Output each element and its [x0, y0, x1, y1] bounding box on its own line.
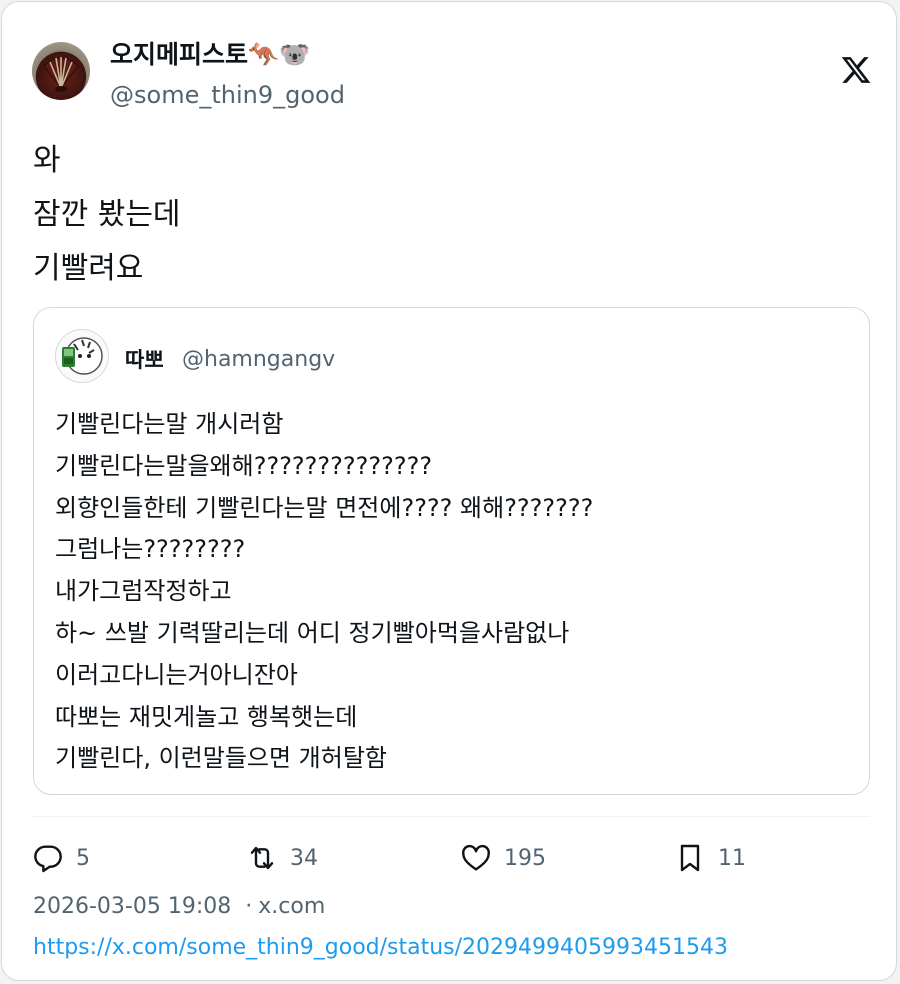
- author-avatar[interactable]: [32, 42, 90, 100]
- shell-avatar-image: [43, 57, 79, 92]
- quoted-author-handle[interactable]: @hamngangv: [182, 346, 335, 374]
- quoted-line: 그럼나는????????: [55, 535, 246, 564]
- retweet-icon: [250, 846, 274, 870]
- quoted-line: 기빨린다, 이런말들으면 개허탈함: [55, 744, 388, 773]
- quoted-line: 외향인들한테 기빨린다는말 면전에???? 왜해???????: [55, 493, 594, 522]
- reply-icon: [34, 845, 62, 873]
- reply-button[interactable]: 5: [32, 840, 90, 876]
- quoted-line: 이러고다니는거아니잔아: [55, 660, 298, 689]
- quoted-tweet[interactable]: 따뽀 @hamngangv 기빨린다는말 개시러함 기빨린다는말을왜해?????…: [33, 307, 870, 795]
- bookmark-button[interactable]: 11: [674, 840, 746, 876]
- tweet-meta: 2026-03-05 19:08 · x.com: [33, 892, 325, 922]
- quoted-author-avatar[interactable]: [55, 329, 109, 383]
- tweet-card: 오지메피스토🦘🐨 @some_thin9_good 와 잠깐 봤는데 기빨려요 …: [1, 1, 897, 981]
- separator: ·: [245, 894, 253, 919]
- tweet-line: 기빨려요: [33, 251, 144, 286]
- author-display-name[interactable]: 오지메피스토🦘🐨: [110, 38, 310, 72]
- divider: [32, 816, 870, 817]
- quoted-line: 내가그럼작정하고: [55, 577, 232, 606]
- retweet-count: 34: [290, 845, 318, 871]
- tweet-line: 와: [33, 143, 61, 178]
- tweet-url-link[interactable]: https://x.com/some_thin9_good/status/202…: [33, 933, 728, 963]
- like-button[interactable]: 195: [460, 840, 546, 876]
- heart-icon: [462, 844, 490, 871]
- quoted-line: 하~ 쓰발 기력딸리는데 어디 정기빨아먹을사람없나: [55, 618, 570, 647]
- source[interactable]: x.com: [258, 894, 325, 919]
- x-logo-icon[interactable]: [840, 54, 872, 86]
- author-handle[interactable]: @some_thin9_good: [110, 79, 345, 111]
- quoted-line: 기빨린다는말을왜해??????????????: [55, 451, 433, 480]
- tweet-text: 와 잠깐 봤는데 기빨려요: [33, 134, 181, 296]
- quoted-author-display-name[interactable]: 따뽀: [125, 346, 164, 374]
- timestamp[interactable]: 2026-03-05 19:08: [33, 894, 231, 919]
- like-count: 195: [504, 845, 546, 871]
- quoted-line: 따뽀는 재밋게놀고 행복햇는데: [55, 702, 358, 731]
- reply-count: 5: [76, 845, 90, 871]
- quoted-tweet-text: 기빨린다는말 개시러함 기빨린다는말을왜해?????????????? 외향인들…: [55, 404, 593, 780]
- quoted-line: 기빨린다는말 개시러함: [55, 410, 284, 438]
- bookmark-count: 11: [718, 845, 746, 871]
- tweet-line: 잠깐 봤는데: [33, 197, 181, 232]
- bookmark-icon: [680, 844, 700, 872]
- retweet-button[interactable]: 34: [246, 840, 318, 876]
- tiger-avatar-image: [62, 337, 103, 375]
